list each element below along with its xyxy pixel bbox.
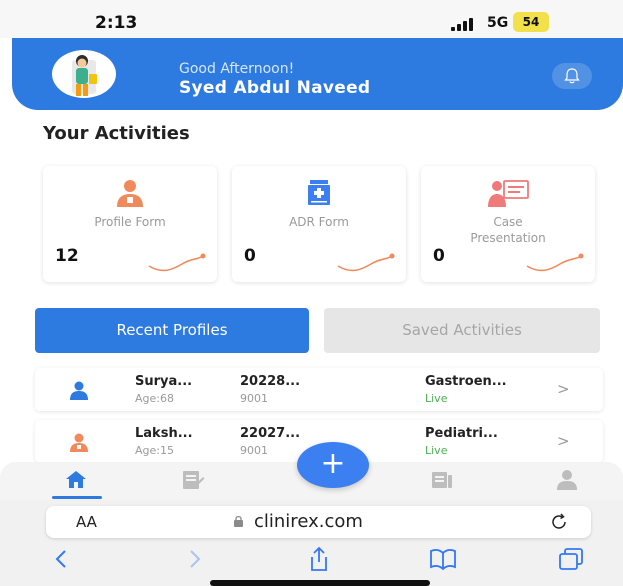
lock-icon [234,515,243,527]
share-icon[interactable] [304,546,334,572]
reader-settings-button[interactable]: AA [76,513,97,531]
card-label: Profile Form [94,215,166,229]
status-badge: Live [425,444,448,457]
profile-department: Pediatri... [425,426,498,441]
list-item[interactable]: Surya... Age:68 20228... 9001 Gastroen..… [35,368,603,411]
bookmarks-icon[interactable] [428,546,458,572]
presentation-icon [488,180,529,207]
greeting-text: Good Afternoon! [179,61,295,77]
avatar[interactable] [52,50,116,98]
status-bar: 2:13 5G 54 [0,0,623,38]
profile-age: Age:15 [135,444,174,457]
card-case-presentation[interactable]: Case Presentation 0 [421,166,595,282]
form-icon[interactable] [181,468,205,490]
card-label: ADR Form [289,215,349,229]
active-tab-indicator [52,496,102,499]
home-indicator [210,580,430,586]
profile-id: 22027... [240,426,301,441]
doctor-icon [117,180,143,207]
bell-icon [564,68,580,84]
status-badge: Live [425,392,448,405]
app-header: Good Afternoon! Syed Abdul Naveed [12,38,623,110]
back-icon[interactable] [46,546,76,572]
reload-icon[interactable] [549,512,569,532]
card-label: Case Presentation [470,215,546,245]
url-bar[interactable]: AA clinirex.com [46,506,591,538]
report-icon[interactable] [430,468,454,490]
profile-icon[interactable] [555,468,579,490]
doctor-icon [70,433,88,452]
card-profile-form[interactable]: Profile Form 12 [43,166,217,282]
battery-indicator: 54 [513,12,549,32]
signal-icon [451,17,481,31]
add-button[interactable]: + [297,442,369,488]
profile-name: Laksh... [135,426,193,441]
profile-department: Gastroen... [425,374,507,389]
profile-age: Age:68 [135,392,174,405]
tab-recent-profiles[interactable]: Recent Profiles [35,308,309,353]
notification-button[interactable] [552,63,592,89]
user-icon [70,381,88,400]
browser-toolbar: AA clinirex.com [0,500,623,586]
status-time: 2:13 [95,13,138,33]
profile-id: 20228... [240,374,301,389]
user-name: Syed Abdul Naveed [179,78,371,98]
url-text: clinirex.com [254,511,363,532]
section-title: Your Activities [43,123,190,144]
home-icon[interactable] [64,468,88,490]
card-count: 0 [244,246,256,266]
profile-id-sub: 9001 [240,392,268,405]
card-adr-form[interactable]: ADR Form 0 [232,166,406,282]
trend-line-icon [526,253,584,272]
profile-id-sub: 9001 [240,444,268,457]
card-count: 0 [433,246,445,266]
chevron-right-icon[interactable]: > [557,432,570,450]
profile-name: Surya... [135,374,193,389]
forward-icon[interactable] [180,546,210,572]
tabs-icon[interactable] [556,546,586,572]
trend-line-icon [148,253,206,272]
network-label: 5G [487,15,509,31]
trend-line-icon [337,253,395,272]
card-count: 12 [55,246,79,266]
chevron-right-icon[interactable]: > [557,380,570,398]
medicine-cabinet-icon [308,180,330,205]
tab-saved-activities[interactable]: Saved Activities [324,308,600,353]
